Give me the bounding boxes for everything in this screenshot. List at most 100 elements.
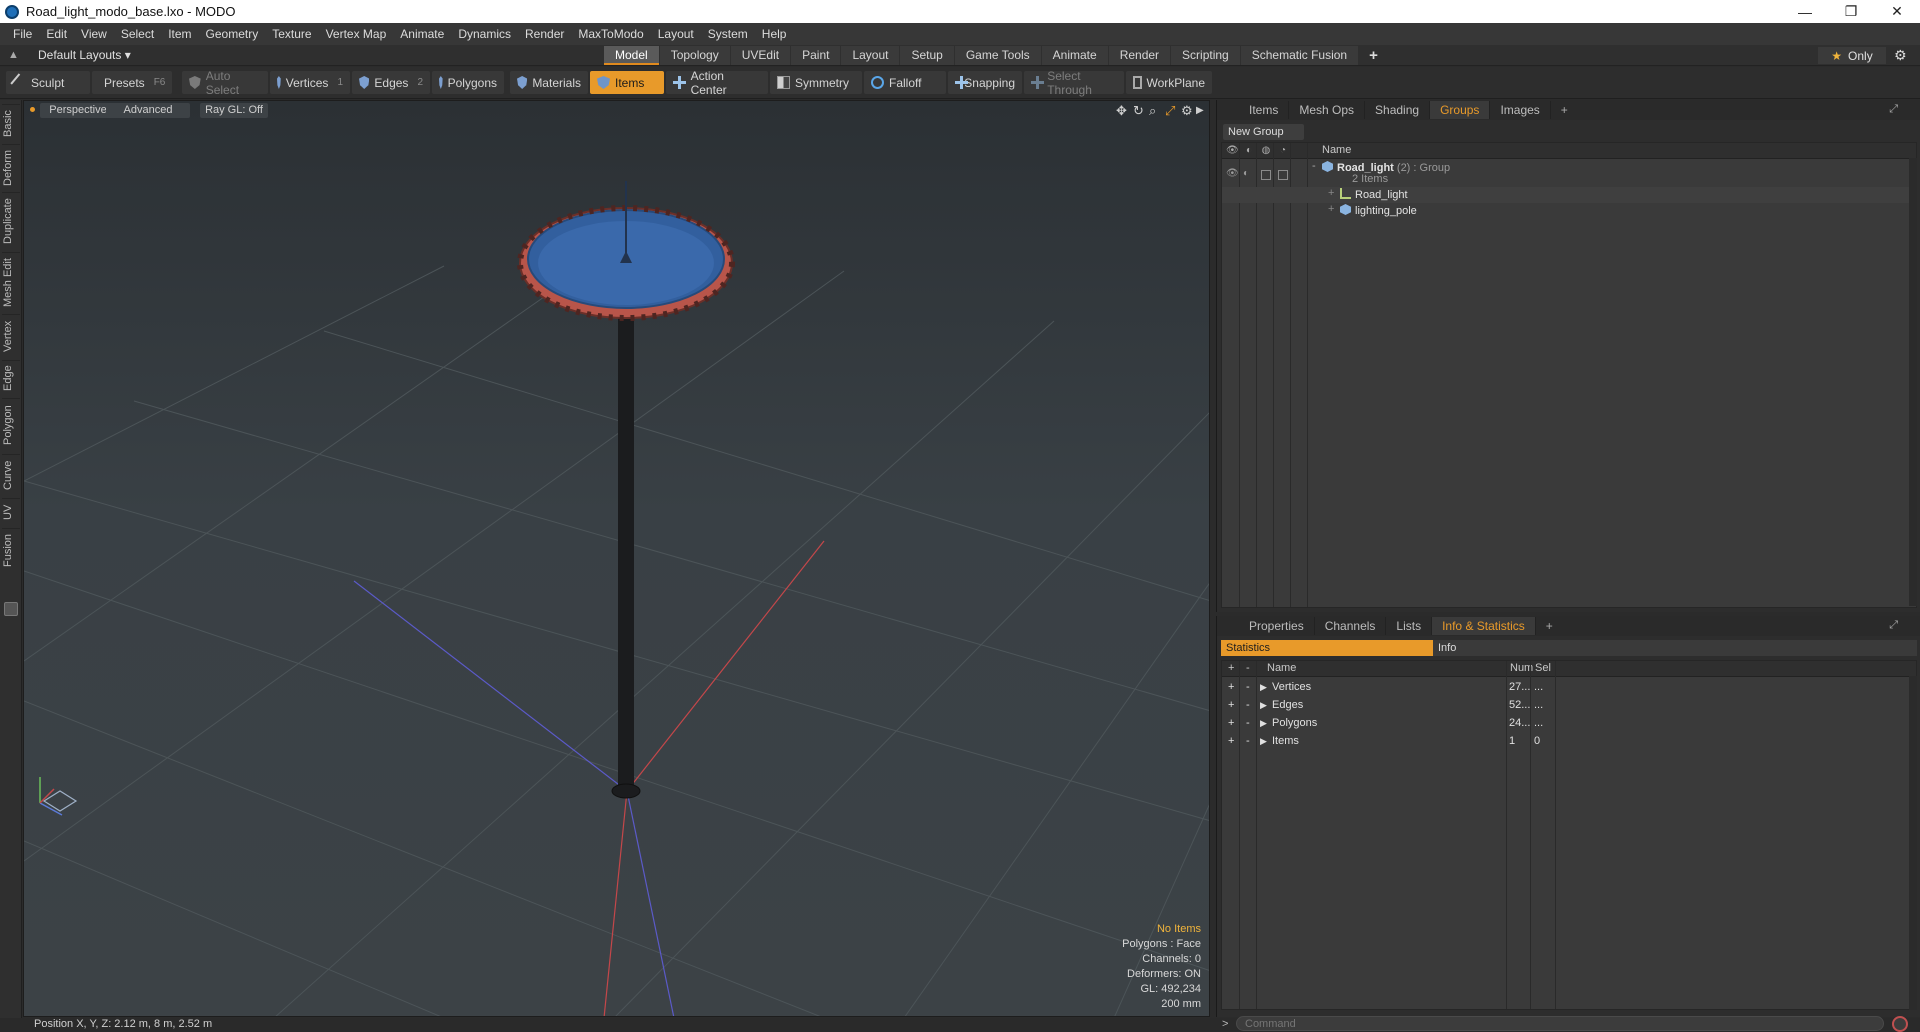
menu-edit[interactable]: Edit (39, 27, 74, 41)
shading-mode-button[interactable]: Advanced (106, 103, 190, 118)
tab-render[interactable]: Render (1108, 46, 1171, 65)
row-add-icon[interactable]: + (1228, 681, 1234, 693)
table-row[interactable]: + - ▶ Polygons 24... ... (1222, 715, 1916, 733)
action-center-button[interactable]: Action Center (666, 69, 768, 97)
add-panel-tab-button[interactable]: + (1551, 101, 1578, 119)
select-column-icon[interactable]: ◔ (1277, 145, 1289, 157)
row-expand-arrow-icon[interactable]: ▶ (1260, 718, 1267, 729)
items-button[interactable]: Items (590, 71, 664, 94)
polygons-button[interactable]: Polygons (432, 71, 504, 94)
tab-images[interactable]: Images (1490, 101, 1551, 119)
view-mode-button[interactable]: Perspective (40, 103, 116, 118)
tab-info-statistics[interactable]: Info & Statistics (1432, 617, 1536, 635)
tab-polygon[interactable]: Polygon (2, 398, 20, 452)
viewport-gear-icon[interactable]: ⚙ (1181, 103, 1193, 119)
falloff-button[interactable]: Falloff (864, 71, 946, 94)
tab-basic[interactable]: Basic (2, 104, 20, 142)
subtab-statistics[interactable]: Statistics (1221, 640, 1433, 656)
tab-channels[interactable]: Channels (1315, 617, 1387, 635)
strip-toggle-button[interactable] (4, 602, 18, 616)
select-through-button[interactable]: Select Through (1024, 69, 1124, 97)
add-all-icon[interactable]: + (1228, 662, 1234, 674)
menu-help[interactable]: Help (755, 27, 794, 41)
tab-schematic-fusion[interactable]: Schematic Fusion (1240, 46, 1359, 65)
row-remove-icon[interactable]: - (1246, 681, 1250, 693)
tab-duplicate[interactable]: Duplicate (2, 192, 20, 250)
visibility-column-icon[interactable]: 👁 (1226, 145, 1239, 157)
panel-expand-icon[interactable]: ⤢ (1889, 619, 1898, 632)
collapse-arrow-icon[interactable]: ▲ (8, 49, 19, 61)
lock-column-icon[interactable]: ◍ (1260, 145, 1272, 157)
edges-button[interactable]: Edges 2 (352, 71, 430, 94)
symmetry-button[interactable]: Symmetry (770, 71, 862, 94)
tab-lists[interactable]: Lists (1386, 617, 1433, 635)
row-add-icon[interactable]: + (1228, 717, 1234, 729)
row-expand-arrow-icon[interactable]: ▶ (1260, 682, 1267, 693)
command-stop-icon[interactable] (1892, 1016, 1908, 1032)
tab-vertex[interactable]: Vertex (2, 314, 20, 358)
tab-topology[interactable]: Topology (659, 46, 730, 65)
pan-icon[interactable]: ✥ (1116, 103, 1127, 119)
tab-properties[interactable]: Properties (1239, 617, 1315, 635)
sel-header[interactable]: Sel (1535, 662, 1551, 674)
rotate-icon[interactable]: ↻ (1133, 103, 1144, 119)
tab-uv[interactable]: UV (2, 498, 20, 526)
add-panel-tab-button[interactable]: + (1536, 617, 1563, 635)
group-collapse-arrow-icon[interactable]: - (1312, 160, 1316, 172)
tab-curve[interactable]: Curve (2, 454, 20, 496)
name-header[interactable]: Name (1267, 662, 1296, 674)
tab-fusion[interactable]: Fusion (2, 528, 20, 572)
menu-select[interactable]: Select (114, 27, 161, 41)
group-row[interactable]: 👁 ◐ - Road_light (2) : Group 2 Items (1222, 160, 1916, 187)
layout-selector[interactable]: Default Layouts ▾ (38, 48, 131, 62)
tab-groups[interactable]: Groups (1430, 101, 1491, 119)
viewport-expand-arrow-icon[interactable]: ▶ (1196, 105, 1204, 116)
child-expand-icon[interactable]: + (1328, 203, 1334, 215)
row-render-icon[interactable]: ◐ (1243, 168, 1255, 180)
tab-mesh-edit[interactable]: Mesh Edit (2, 252, 20, 312)
group-child-row[interactable]: + Road_light (1222, 187, 1916, 203)
table-row[interactable]: + - ▶ Edges 52... ... (1222, 697, 1916, 715)
row-add-icon[interactable]: + (1228, 735, 1234, 747)
child-expand-icon[interactable]: + (1328, 187, 1334, 199)
menu-maxtomodo[interactable]: MaxToModo (571, 27, 650, 41)
presets-button[interactable]: Presets F6 (92, 71, 172, 94)
subtab-info[interactable]: Info (1433, 640, 1917, 656)
tab-model[interactable]: Model (604, 46, 659, 65)
command-input[interactable] (1236, 1016, 1884, 1031)
row-add-icon[interactable]: + (1228, 699, 1234, 711)
tab-mesh-ops[interactable]: Mesh Ops (1289, 101, 1366, 119)
menu-system[interactable]: System (701, 27, 755, 41)
table-row[interactable]: + - ▶ Vertices 27... ... (1222, 679, 1916, 697)
sculpt-button[interactable]: Sculpt (6, 71, 90, 94)
gear-icon[interactable]: ⚙ (1894, 47, 1907, 64)
3d-viewport[interactable]: Perspective Advanced Ray GL: Off ✥ ↻ ⌕ ⤢… (23, 100, 1210, 1017)
minimize-button[interactable]: — (1782, 0, 1828, 23)
tab-scripting[interactable]: Scripting (1171, 46, 1240, 65)
materials-button[interactable]: Materials (510, 71, 588, 94)
menu-geometry[interactable]: Geometry (199, 27, 266, 41)
menu-layout[interactable]: Layout (651, 27, 701, 41)
workplane-button[interactable]: WorkPlane (1126, 71, 1212, 94)
tab-uvedit[interactable]: UVEdit (730, 46, 791, 65)
add-layout-tab-button[interactable]: + (1359, 46, 1388, 65)
row-remove-icon[interactable]: - (1246, 735, 1250, 747)
menu-vertex-map[interactable]: Vertex Map (319, 27, 394, 41)
tab-items[interactable]: Items (1239, 101, 1290, 119)
tab-shading[interactable]: Shading (1365, 101, 1431, 119)
zoom-icon[interactable]: ⌕ (1149, 103, 1156, 119)
render-column-icon[interactable]: ◐ (1243, 145, 1255, 157)
only-toggle-button[interactable]: ★ Only (1818, 47, 1886, 64)
name-column-header[interactable]: Name (1322, 144, 1351, 156)
menu-animate[interactable]: Animate (393, 27, 451, 41)
snapping-button[interactable]: Snapping (948, 71, 1022, 94)
groups-scrollbar[interactable] (1909, 158, 1917, 606)
tab-deform[interactable]: Deform (2, 144, 20, 190)
table-row[interactable]: + - ▶ Items 1 0 (1222, 733, 1916, 751)
tab-game-tools[interactable]: Game Tools (954, 46, 1041, 65)
menu-file[interactable]: File (6, 27, 39, 41)
group-child-row[interactable]: + lighting_pole (1222, 203, 1916, 219)
tab-layout[interactable]: Layout (841, 46, 900, 65)
close-button[interactable]: ✕ (1874, 0, 1920, 23)
tab-setup[interactable]: Setup (900, 46, 954, 65)
